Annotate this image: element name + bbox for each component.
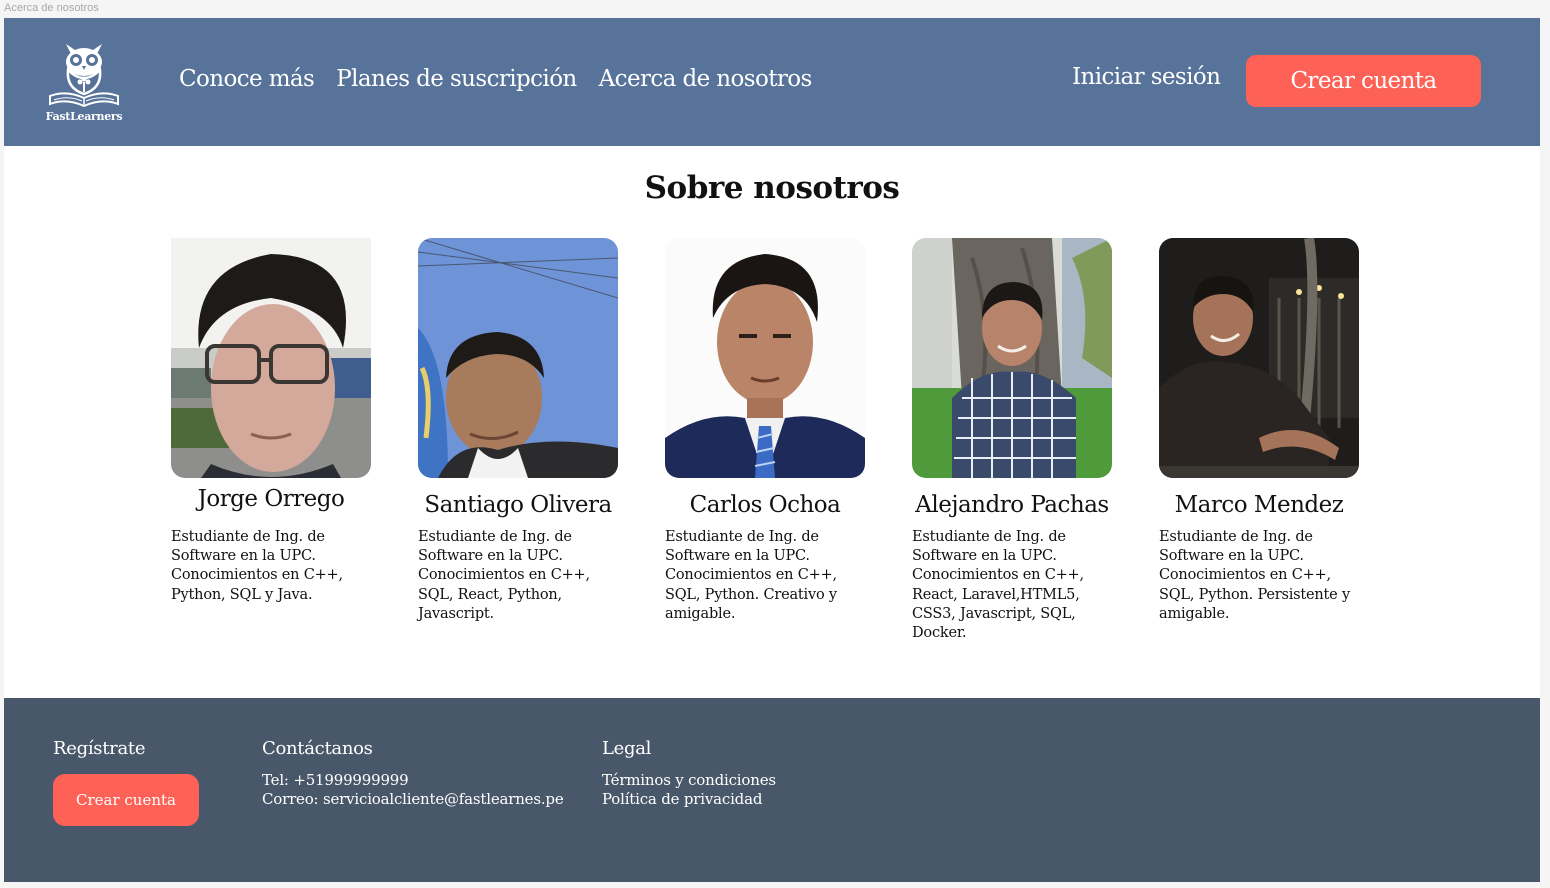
nav-link-acerca[interactable]: Acerca de nosotros [599,66,813,92]
member-name: Santiago Olivera [424,492,612,518]
footer: Regístrate Crear cuenta Contáctanos Tel:… [4,698,1540,882]
footer-link-privacy[interactable]: Política de privacidad [602,790,776,809]
footer-contact-heading: Contáctanos [262,738,373,759]
member-photo [912,238,1112,478]
team-member-card: Marco Mendez Estudiante de Ing. de Softw… [1159,238,1369,622]
member-name: Jorge Orrego [197,486,345,512]
member-photo [1159,238,1359,478]
main-nav: Conoce más Planes de suscripción Acerca … [179,66,812,92]
nav-link-conoce-mas[interactable]: Conoce más [179,66,315,92]
footer-phone: Tel: +51999999999 [262,771,409,789]
header: FastLearners Conoce más Planes de suscri… [4,18,1540,146]
login-link[interactable]: Iniciar sesión [1072,64,1221,90]
member-description: Estudiante de Ing. de Software en la UPC… [171,529,343,603]
footer-legal-column: Legal Términos y condiciones Política de… [602,738,776,809]
member-description: Estudiante de Ing. de Software en la UPC… [665,529,837,622]
member-photo [665,238,865,478]
footer-register-column: Regístrate Crear cuenta [53,738,199,826]
page: FastLearners Conoce más Planes de suscri… [4,18,1540,882]
member-name: Carlos Ochoa [689,492,841,518]
footer-email: Correo: servicioalcliente@fastlearnes.pe [262,790,564,808]
member-photo-image [912,238,1112,478]
team-member-card: Carlos Ochoa Estudiante de Ing. de Softw… [665,238,875,622]
owl-book-logo-icon [49,44,119,108]
member-description: Estudiante de Ing. de Software en la UPC… [912,529,1084,642]
page-title: Sobre nosotros [644,170,900,206]
team-member-card: Alejandro Pachas Estudiante de Ing. de S… [912,238,1122,641]
team-member-card: Jorge Orrego Estudiante de Ing. de Softw… [171,238,381,603]
member-photo-image [418,238,618,478]
footer-contact-column: Contáctanos Tel: +51999999999 Correo: se… [262,738,564,809]
footer-register-heading: Regístrate [53,738,146,759]
member-photo-image [665,238,865,478]
frame-label: Acerca de nosotros [4,2,99,14]
team-member-card: Santiago Olivera Estudiante de Ing. de S… [418,238,628,622]
member-photo-image [1159,238,1359,478]
member-name: Marco Mendez [1174,492,1344,518]
member-description: Estudiante de Ing. de Software en la UPC… [418,529,590,622]
member-description: Estudiante de Ing. de Software en la UPC… [1159,529,1350,622]
nav-link-planes[interactable]: Planes de suscripción [336,66,577,92]
member-name: Alejandro Pachas [915,492,1109,518]
footer-link-terms[interactable]: Términos y condiciones [602,771,776,790]
member-photo-image [171,238,371,478]
footer-create-account-button[interactable]: Crear cuenta [53,774,199,826]
create-account-button[interactable]: Crear cuenta [1246,55,1481,107]
brand-logo[interactable]: FastLearners [44,38,124,126]
brand-name: FastLearners [45,110,123,123]
member-photo [171,238,371,478]
footer-legal-heading: Legal [602,738,652,759]
member-photo [418,238,618,478]
